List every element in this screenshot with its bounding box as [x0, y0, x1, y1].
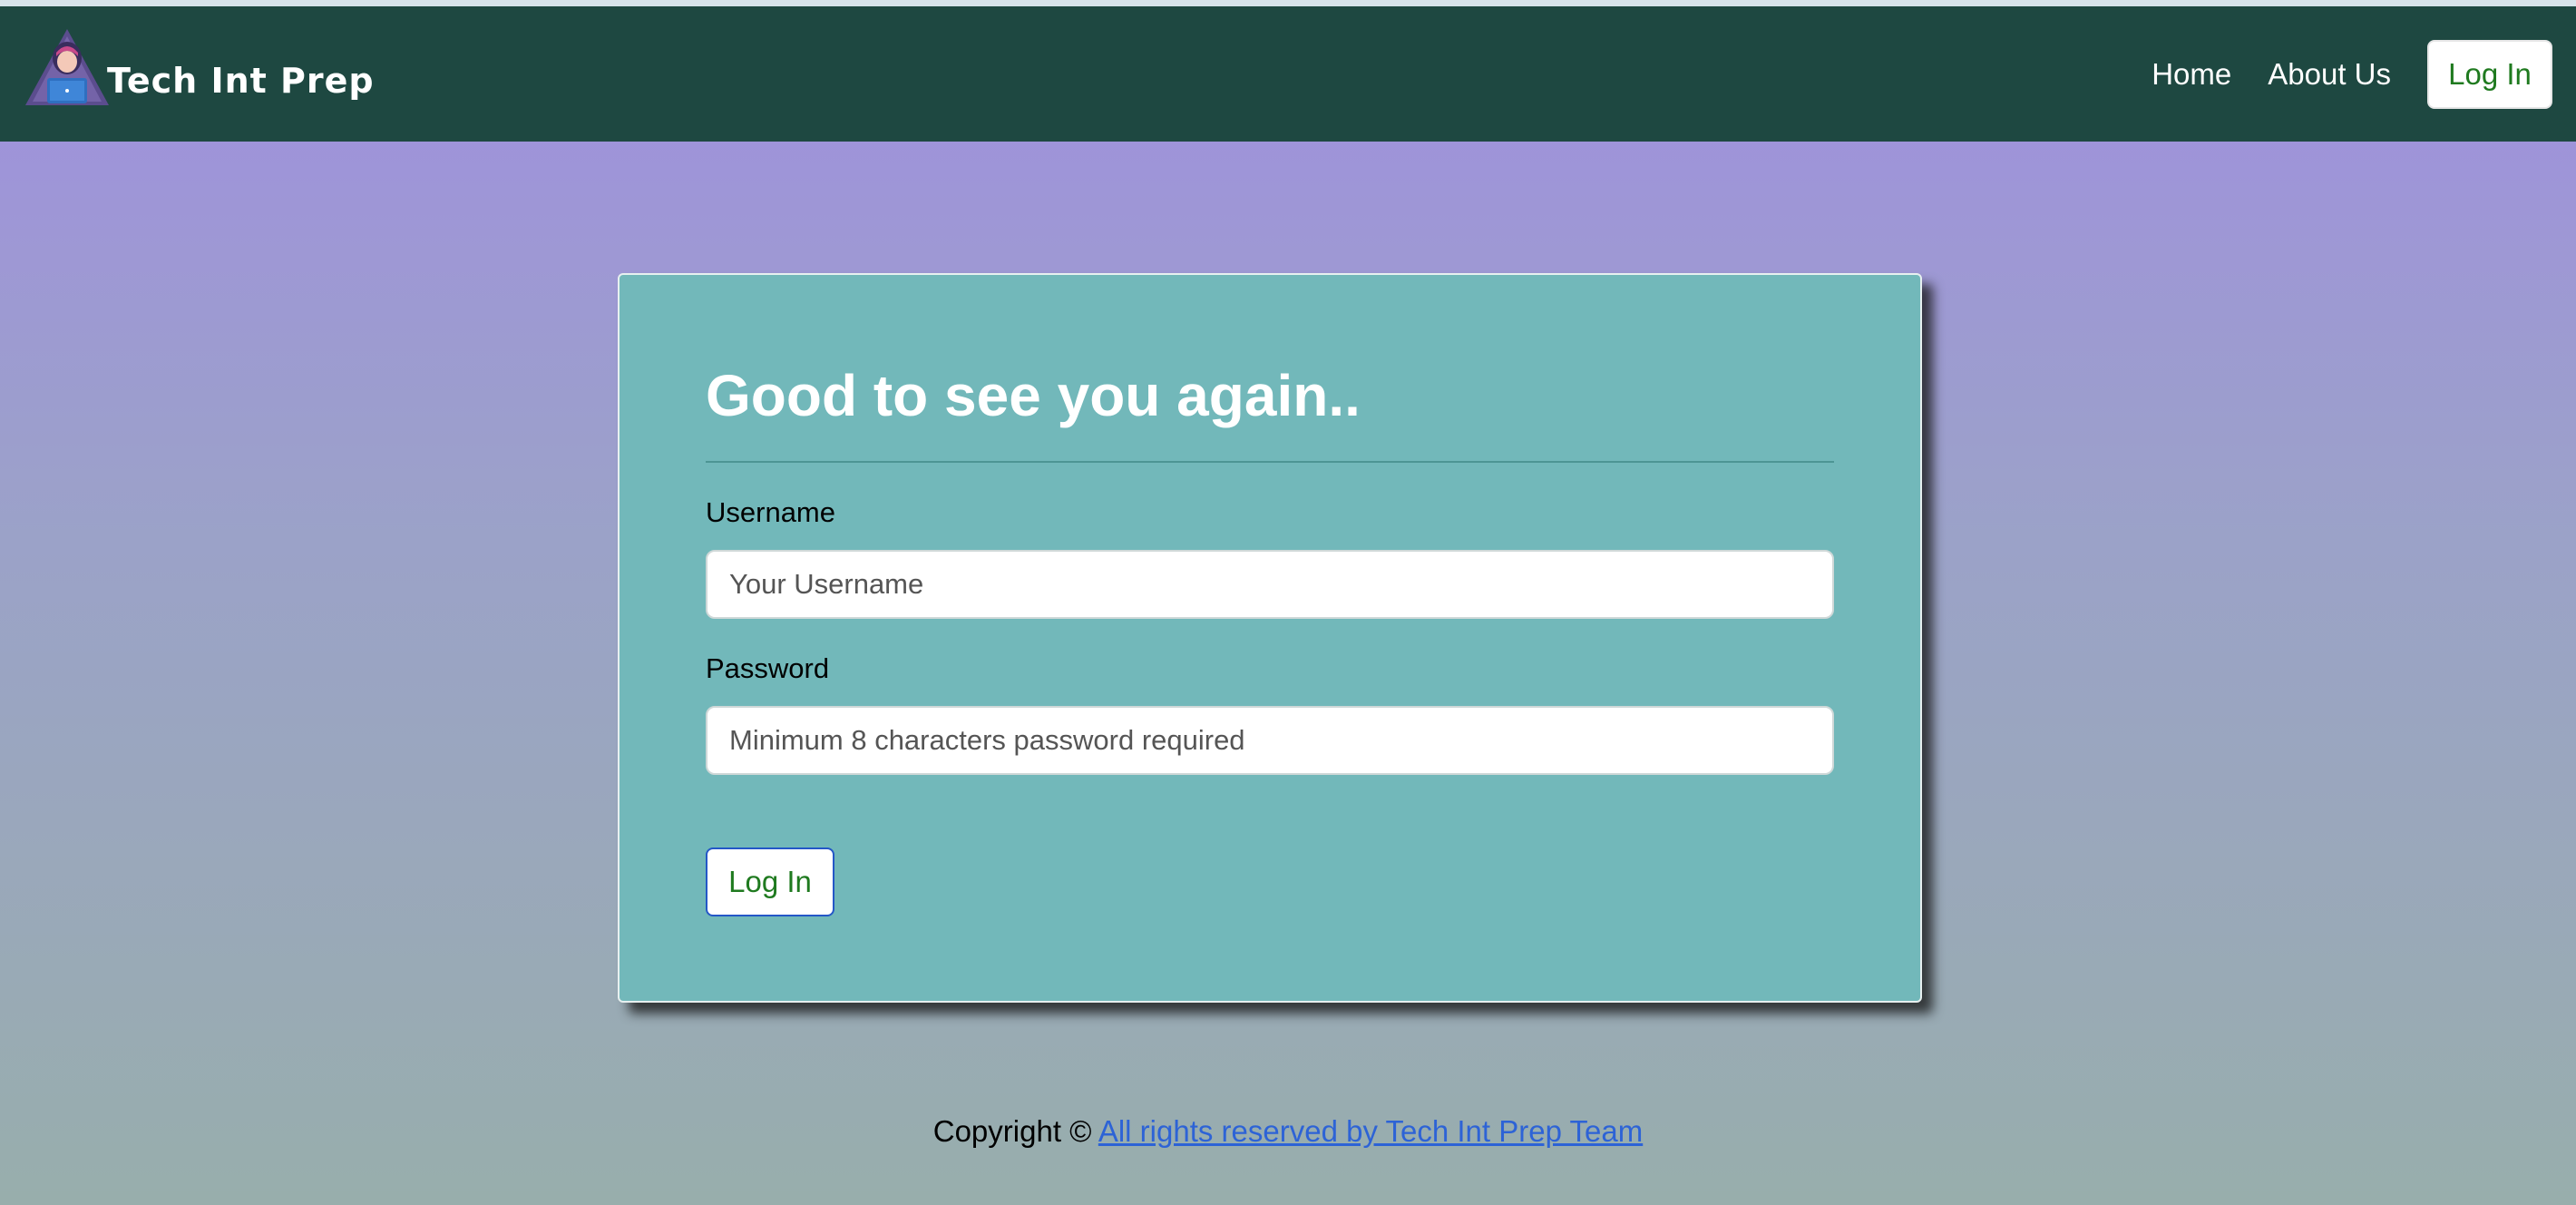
top-edge-strip — [0, 0, 2576, 6]
nav-home-link[interactable]: Home — [2152, 57, 2231, 92]
username-input[interactable] — [706, 550, 1834, 619]
login-card: Good to see you again.. Username Passwor… — [618, 273, 1922, 1003]
brand[interactable]: Tech Int Prep — [22, 26, 375, 110]
username-label: Username — [706, 496, 835, 528]
nav-links: Home About Us Log In — [2152, 39, 2552, 110]
login-submit-button[interactable]: Log In — [706, 847, 834, 916]
hooded-hacker-laptop-icon — [25, 29, 109, 105]
rights-reserved-link[interactable]: All rights reserved by Tech Int Prep Tea… — [1098, 1114, 1643, 1148]
password-label: Password — [706, 652, 830, 684]
footer: Copyright © All rights reserved by Tech … — [0, 1114, 2576, 1149]
brand-name: Tech Int Prep — [107, 61, 375, 101]
nav-about-link[interactable]: About Us — [2268, 57, 2391, 92]
copyright-text: Copyright © — [932, 1114, 1092, 1148]
title-divider — [706, 461, 1834, 463]
nav-login-button[interactable]: Log In — [2427, 40, 2552, 109]
login-title: Good to see you again.. — [706, 363, 1361, 428]
password-input[interactable] — [706, 706, 1834, 775]
navbar: Tech Int Prep Home About Us Log In — [0, 6, 2576, 142]
